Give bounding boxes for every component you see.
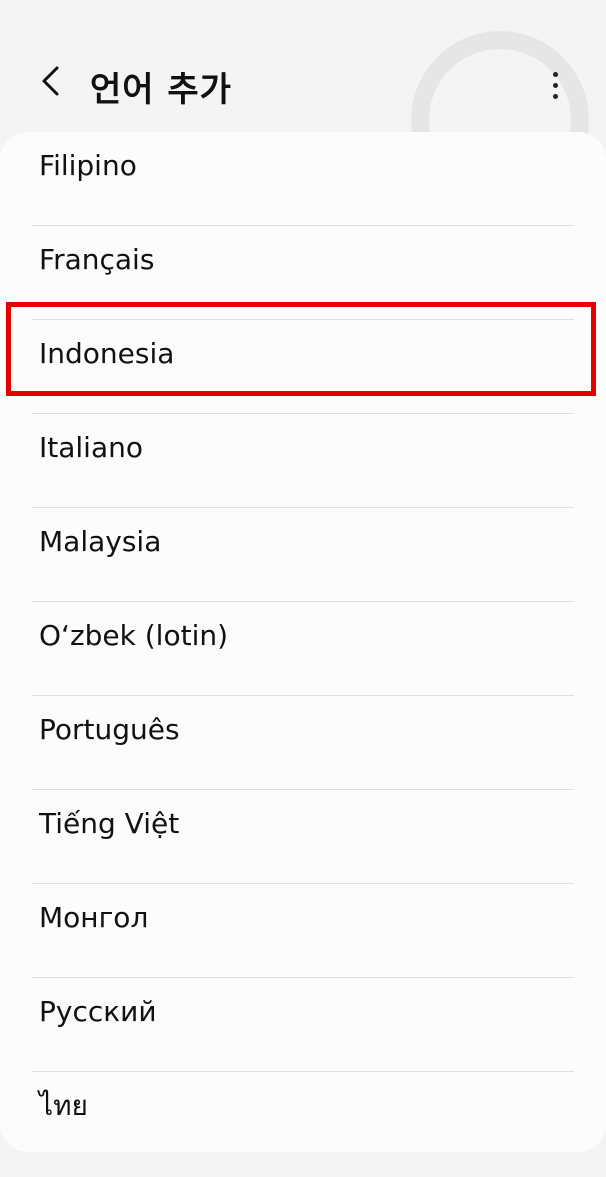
list-item-mongol[interactable]: Монгол xyxy=(0,884,606,978)
list-item-russkiy[interactable]: Русский xyxy=(0,978,606,1072)
list-item-filipino[interactable]: Filipino xyxy=(0,132,606,226)
list-item-label: Монгол xyxy=(39,901,149,934)
list-item-ozbek[interactable]: O‘zbek (lotin) xyxy=(0,602,606,696)
chevron-left-icon xyxy=(39,65,61,102)
list-item-label: Malaysia xyxy=(39,525,162,558)
back-button[interactable] xyxy=(28,58,72,108)
list-item-malaysia[interactable]: Malaysia xyxy=(0,508,606,602)
more-vertical-icon xyxy=(552,71,558,77)
list-item-italiano[interactable]: Italiano xyxy=(0,414,606,508)
more-options-button[interactable] xyxy=(538,62,572,108)
list-item-label: Tiếng Việt xyxy=(39,807,180,840)
list-item-thai[interactable]: ไทย xyxy=(0,1072,606,1152)
language-list: Filipino Français Indonesia Italiano Mal… xyxy=(0,132,606,1152)
list-item-label: O‘zbek (lotin) xyxy=(39,619,229,652)
list-item-label: Filipino xyxy=(39,149,137,182)
list-item-portugues[interactable]: Português xyxy=(0,696,606,790)
list-item-label: Italiano xyxy=(39,431,143,464)
list-item-label: Русский xyxy=(39,995,157,1028)
list-item-label: Indonesia xyxy=(39,337,175,370)
list-item-label: Português xyxy=(39,713,180,746)
list-item-tieng-viet[interactable]: Tiếng Việt xyxy=(0,790,606,884)
app-header: 언어 추가 xyxy=(0,0,606,130)
list-item-indonesia[interactable]: Indonesia xyxy=(0,320,606,414)
list-item-label: ไทย xyxy=(39,1089,88,1122)
page-title: 언어 추가 xyxy=(90,70,232,110)
list-item-francais[interactable]: Français xyxy=(0,226,606,320)
list-item-label: Français xyxy=(39,243,155,276)
